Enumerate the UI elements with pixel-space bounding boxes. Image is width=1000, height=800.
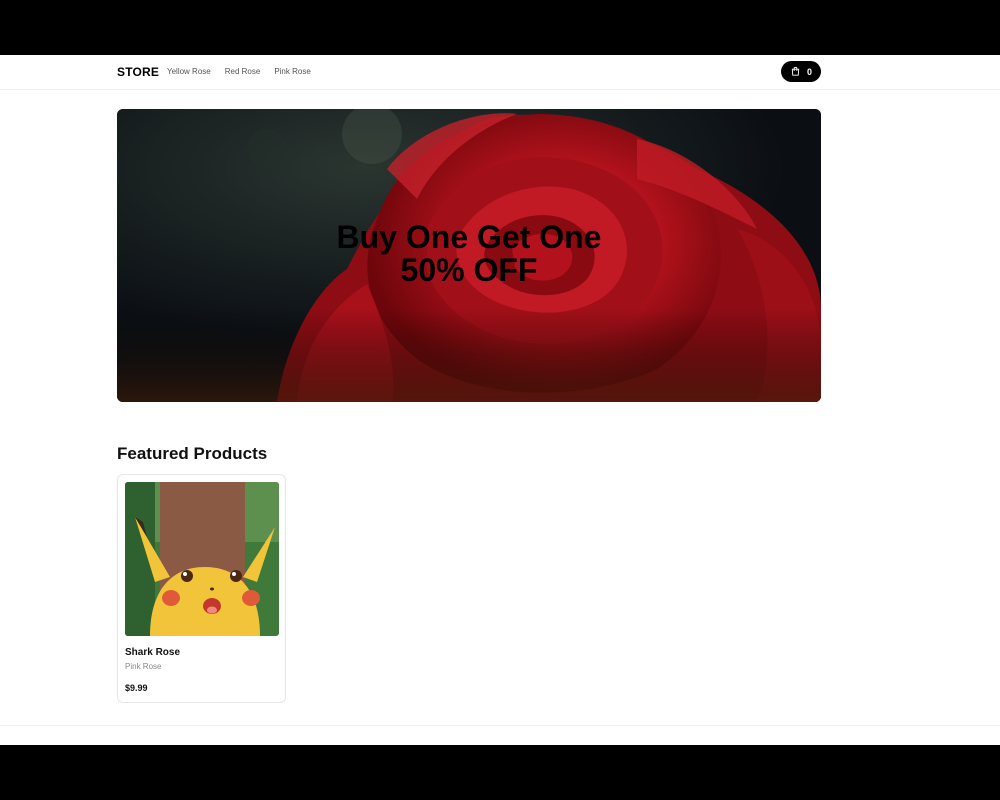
letterbox-top — [0, 0, 1000, 55]
navbar: STORE Yellow Rose Red Rose Pink Rose 0 — [0, 55, 1000, 90]
page: STORE Yellow Rose Red Rose Pink Rose 0 B… — [0, 55, 1000, 745]
cart-count: 0 — [806, 66, 812, 77]
nav-links: Yellow Rose Red Rose Pink Rose — [167, 67, 311, 76]
nav-link-pink-rose[interactable]: Pink Rose — [274, 67, 310, 76]
product-category: Pink Rose — [125, 662, 162, 671]
nav-link-red-rose[interactable]: Red Rose — [225, 67, 261, 76]
cart-button[interactable]: 0 — [781, 61, 821, 82]
nav-link-yellow-rose[interactable]: Yellow Rose — [167, 67, 211, 76]
hero-banner[interactable]: Buy One Get One 50% OFF — [117, 109, 821, 402]
hero-headline: Buy One Get One 50% OFF — [117, 221, 821, 287]
letterbox-bottom — [0, 745, 1000, 800]
featured-products-heading: Featured Products — [117, 444, 268, 463]
product-price: $9.99 — [125, 683, 148, 693]
brand-logo[interactable]: STORE — [117, 65, 159, 79]
pikachu-image — [125, 482, 279, 636]
hero-headline-line2: 50% OFF — [400, 252, 538, 288]
product-name[interactable]: Shark Rose — [125, 647, 180, 658]
product-image[interactable] — [125, 482, 279, 636]
footer-divider — [0, 725, 1000, 726]
product-card[interactable]: Shark Rose Pink Rose $9.99 — [117, 474, 286, 703]
hero-headline-line1: Buy One Get One — [336, 219, 602, 255]
shopping-bag-icon — [791, 66, 800, 76]
